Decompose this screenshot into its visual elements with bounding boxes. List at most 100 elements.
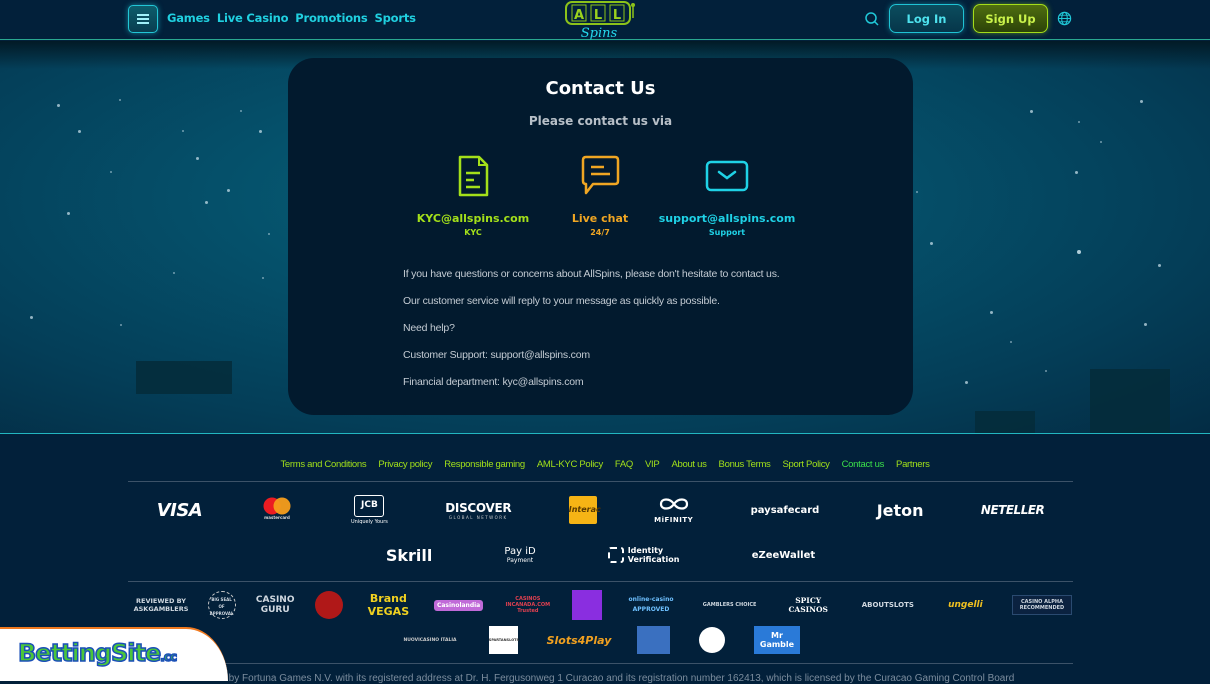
seal-big-seal[interactable]: BIG SEAL OF APPROVAL: [207, 591, 236, 619]
star: [1078, 121, 1080, 123]
star: [173, 272, 175, 274]
mastercard-text: mastercard: [264, 515, 290, 520]
seal-online-casino-text: online-casino APPROVED: [628, 596, 674, 613]
info-line: Need help?: [403, 322, 455, 334]
footer-link-partners[interactable]: Partners: [896, 459, 930, 470]
partner-seals-row-1: REVIEWED BY ASKGAMBLERS BIG SEAL OF APPR…: [132, 590, 1072, 620]
footer-link-vip[interactable]: VIP: [645, 459, 660, 470]
info-line: Customer Support: support@allspins.com: [403, 349, 590, 361]
login-button[interactable]: Log In: [889, 4, 964, 33]
seal-casinolandia[interactable]: Casinolandia: [433, 599, 484, 611]
footer-link-aml-kyc[interactable]: AML-KYC Policy: [537, 459, 603, 470]
star: [1075, 171, 1078, 174]
star: [57, 104, 60, 107]
globe-icon[interactable]: [1057, 11, 1072, 26]
discover-tagline: GLOBAL NETWORK: [448, 514, 508, 520]
nav-games[interactable]: Games: [167, 11, 210, 25]
seal-askgamblers[interactable]: REVIEWED BY ASKGAMBLERS: [132, 597, 190, 613]
support-label: Support: [708, 228, 746, 237]
hamburger-menu-button[interactable]: [128, 5, 158, 33]
nav-sports[interactable]: Sports: [375, 11, 416, 25]
star: [67, 212, 70, 215]
visa-logo: VISA: [156, 499, 203, 521]
footer-link-bonus-terms[interactable]: Bonus Terms: [719, 459, 771, 470]
star: [1140, 100, 1143, 103]
star: [1100, 141, 1102, 143]
footer-link-responsible-gaming[interactable]: Responsible gaming: [444, 459, 525, 470]
star: [965, 381, 968, 384]
seal-gamblers-choice[interactable]: GAMBLERS CHOICE: [700, 602, 760, 608]
star: [1030, 110, 1033, 113]
background-block: [975, 411, 1035, 433]
interac-logo: Interac: [568, 496, 601, 524]
star: [1010, 341, 1012, 343]
contact-method-support[interactable]: support@allspins.com Support: [652, 154, 802, 237]
seal-red-badge[interactable]: [314, 591, 343, 619]
footer-link-about[interactable]: About us: [671, 459, 706, 470]
seal-round[interactable]: [699, 627, 726, 653]
divider: [128, 663, 1073, 664]
seal-casinos-incanada[interactable]: CASINOS INCANADA.COM Trusted: [501, 596, 555, 614]
seal-badge[interactable]: [637, 626, 671, 654]
menu-icon: [137, 18, 149, 20]
star: [30, 316, 33, 319]
search-icon[interactable]: [864, 11, 880, 27]
watermark-suffix: .cc: [160, 649, 178, 665]
signup-button[interactable]: Sign Up: [973, 4, 1048, 33]
star: [196, 157, 199, 160]
nav-promotions[interactable]: Promotions: [295, 11, 367, 25]
discover-logo: DISCOVER GLOBAL NETWORK: [445, 501, 511, 520]
seal-casino-alpha[interactable]: CASINO ALPHA RECOMMENDED: [1011, 595, 1072, 615]
page-subtitle: Please contact us via: [528, 114, 673, 128]
seal-mr-gamble[interactable]: Mr Gamble: [753, 626, 800, 654]
seal-ungelli[interactable]: ungelli: [936, 600, 994, 610]
footer-link-contact[interactable]: Contact us: [842, 459, 885, 470]
star: [930, 242, 933, 245]
svg-text:L: L: [613, 8, 621, 23]
star: [205, 201, 208, 204]
seal-casino-guru[interactable]: CASINO GURU: [253, 595, 297, 615]
seal-avatar[interactable]: [572, 590, 603, 620]
star: [110, 171, 112, 173]
payid-logo: Pay iD Payment: [504, 546, 535, 564]
seal-aboutslots[interactable]: ABOUTSLOTS: [857, 601, 919, 609]
payment-methods-row-1: VISA mastercard JCB Uniquely Yours DISCO…: [128, 493, 1073, 527]
mastercard-logo: mastercard: [260, 496, 294, 524]
footer-link-privacy[interactable]: Privacy policy: [378, 459, 432, 470]
seal-spicy-casinos[interactable]: SPICY CASINOS: [777, 596, 839, 614]
payid-tagline: Payment: [506, 557, 534, 564]
footer-link-faq[interactable]: FAQ: [615, 459, 633, 470]
nav-live-casino[interactable]: Live Casino: [217, 11, 289, 25]
ezeewallet-logo: eZeeWallet: [751, 549, 816, 561]
allspins-logo[interactable]: A L L Spins: [563, 0, 639, 40]
star: [182, 130, 184, 132]
seal-slots4play[interactable]: Slots4Play: [547, 634, 612, 647]
star: [1045, 370, 1047, 372]
legal-text: ted by Fortuna Games N.V. with its regis…: [212, 673, 1015, 684]
skrill-logo: Skrill: [385, 545, 433, 565]
star: [268, 233, 270, 235]
seal-brand-vegas[interactable]: Brand VEGAS: [360, 592, 416, 618]
info-line: Financial department: kyc@allspins.com: [403, 376, 584, 388]
paysafecard-logo: paysafecard: [750, 504, 820, 516]
footer-link-terms[interactable]: Terms and Conditions: [280, 459, 366, 470]
main-nav: Games Live Casino Promotions Sports: [167, 11, 416, 25]
seal-spartanslots[interactable]: SPARTANSLOTS: [488, 626, 519, 654]
footer-link-sport-policy[interactable]: Sport Policy: [783, 459, 830, 470]
star: [120, 324, 122, 326]
star: [1077, 250, 1081, 254]
support-email-link[interactable]: support@allspins.com: [652, 212, 802, 225]
svg-text:Spins: Spins: [581, 26, 618, 40]
infinity-icon: [659, 498, 688, 510]
star: [1158, 264, 1161, 267]
partner-seals-row-2: NUOVICASINO ITALIA SPARTANSLOTS Slots4Pl…: [400, 625, 800, 655]
background-block: [1090, 369, 1170, 433]
discover-mark: DISCOVER: [445, 500, 512, 515]
watermark-text: BettingSite: [17, 638, 162, 668]
divider: [128, 481, 1073, 482]
seal-online-casino[interactable]: online-casino APPROVED: [620, 595, 682, 615]
contact-info-text: If you have questions or concerns about …: [403, 268, 780, 403]
seal-nuovicasino[interactable]: NUOVICASINO ITALIA: [400, 638, 460, 643]
star: [227, 189, 230, 192]
jcb-tagline: Uniquely Yours: [351, 519, 388, 525]
